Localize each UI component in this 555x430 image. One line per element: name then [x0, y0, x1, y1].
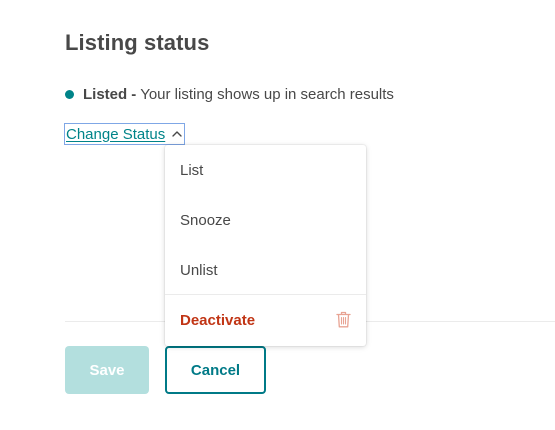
listing-status-page: Listing status Listed - Your listing sho… [0, 0, 555, 430]
menu-item-snooze[interactable]: Snooze [165, 195, 366, 245]
menu-item-label: Snooze [180, 211, 231, 229]
status-dot-icon [65, 90, 74, 99]
menu-item-label: Unlist [180, 261, 218, 279]
status-separator: - [131, 86, 137, 103]
cancel-button[interactable]: Cancel [165, 346, 266, 394]
chevron-up-icon [172, 131, 182, 137]
menu-item-deactivate[interactable]: Deactivate [165, 295, 366, 345]
change-status-button[interactable]: Change Status [64, 123, 186, 145]
change-status-label: Change Status [66, 125, 166, 143]
trash-icon [336, 311, 351, 328]
status-line: Listed - Your listing shows up in search… [65, 86, 394, 103]
save-button[interactable]: Save [65, 346, 149, 394]
menu-item-unlist[interactable]: Unlist [165, 245, 366, 295]
menu-item-label: List [180, 161, 204, 179]
menu-item-label: Deactivate [180, 311, 256, 329]
status-name: Listed [83, 86, 128, 103]
menu-item-list[interactable]: List [165, 145, 366, 195]
status-dropdown-menu: List Snooze Unlist Deactivate [165, 145, 366, 346]
page-title: Listing status [65, 30, 210, 55]
status-description: Your listing shows up in search results [140, 86, 394, 103]
